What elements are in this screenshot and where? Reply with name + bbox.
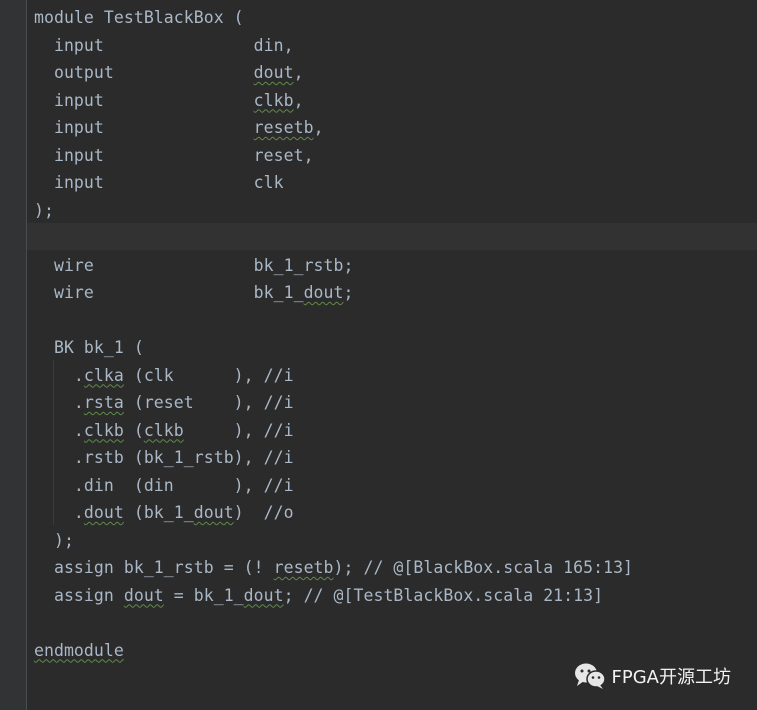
code-line[interactable]: BK bk_1 ( <box>34 334 633 362</box>
code-token: = bk_1_ <box>163 585 244 605</box>
code-token: , <box>313 118 324 137</box>
code-line[interactable]: input din, <box>34 32 633 60</box>
code-token: (bk_1_ <box>123 503 194 522</box>
code-line[interactable]: ​ <box>34 307 633 335</box>
code-token: ); // @[BlackBox.scala 165:13] <box>333 558 634 577</box>
code-token-spellcheck: dout <box>253 63 294 82</box>
wechat-icon <box>574 663 606 689</box>
code-line[interactable]: .rsta (reset ), //i <box>34 389 633 417</box>
code-line[interactable]: ); <box>34 197 633 225</box>
code-token: , <box>293 63 304 82</box>
code-token-spellcheck: clkb <box>253 90 294 110</box>
code-line[interactable]: assign bk_1_rstb = (! resetb); // @[Blac… <box>34 554 633 582</box>
code-line[interactable]: ); <box>34 527 633 555</box>
code-token: ); <box>34 530 74 550</box>
code-token: input din, <box>34 35 294 55</box>
code-line[interactable]: input reset, <box>34 142 633 170</box>
code-line[interactable]: .clka (clk ), //i <box>34 362 633 390</box>
code-line[interactable]: module TestBlackBox ( <box>34 4 633 32</box>
code-line[interactable]: .clkb (clkb ), //i <box>34 417 633 445</box>
code-token: input reset, <box>34 145 314 165</box>
code-line[interactable]: assign dout = bk_1_dout; // @[TestBlackB… <box>34 582 633 610</box>
editor-gutter <box>0 0 27 710</box>
code-token: , <box>293 90 304 110</box>
code-token: ( <box>123 420 144 440</box>
code-line[interactable]: ​ <box>34 224 633 252</box>
code-token-spellcheck: rsta <box>83 393 124 412</box>
code-token: input <box>34 118 254 137</box>
code-token: module TestBlackBox ( <box>34 8 244 27</box>
code-token: (reset ), //i <box>123 393 294 412</box>
code-token-spellcheck: dout <box>193 503 234 522</box>
code-line[interactable]: ​ <box>34 609 633 637</box>
code-token-spellcheck: clkb <box>143 420 184 440</box>
code-token: assign <box>34 585 124 605</box>
code-token: . <box>34 420 84 440</box>
code-token: output <box>34 63 254 82</box>
code-token: . <box>34 503 84 522</box>
code-token: ; // @[TestBlackBox.scala 21:13] <box>283 585 604 605</box>
code-line[interactable]: input clk <box>34 169 633 197</box>
code-token: input clk <box>34 173 284 192</box>
code-token: wire bk_1_ <box>34 283 304 302</box>
code-line[interactable]: .dout (bk_1_dout) //o <box>34 499 633 527</box>
code-token-spellcheck: dout <box>243 585 284 605</box>
code-token: ), //i <box>183 420 294 440</box>
code-token: ) //o <box>233 503 294 522</box>
code-token: input <box>34 90 254 110</box>
code-token: (clk ), //i <box>123 365 294 385</box>
code-token: . <box>34 393 84 412</box>
code-token: .rstb (bk_1_rstb), //i <box>34 448 294 467</box>
code-line[interactable]: input resetb, <box>34 114 633 142</box>
code-token: BK bk_1 ( <box>34 338 144 357</box>
watermark: FPGA开源工坊 <box>574 662 731 690</box>
code-token-spellcheck: dout <box>123 585 164 605</box>
code-token: . <box>34 365 84 385</box>
code-text[interactable]: module TestBlackBox ( input din, output … <box>34 4 633 664</box>
code-token: ; <box>343 283 354 302</box>
watermark-text: FPGA开源工坊 <box>611 667 731 688</box>
code-token-spellcheck: clka <box>83 365 124 385</box>
code-line[interactable]: wire bk_1_rstb; <box>34 252 633 280</box>
code-line[interactable]: endmodule <box>34 637 633 665</box>
code-token-spellcheck: endmodule <box>34 640 124 660</box>
code-token: wire bk_1_rstb; <box>34 255 354 275</box>
code-token-spellcheck: resetb <box>273 558 334 577</box>
code-editor[interactable]: module TestBlackBox ( input din, output … <box>27 0 757 710</box>
code-token: .din (din ), //i <box>34 475 294 495</box>
code-line[interactable]: .din (din ), //i <box>34 472 633 500</box>
code-line[interactable]: .rstb (bk_1_rstb), //i <box>34 444 633 472</box>
code-token-spellcheck: clkb <box>83 420 124 440</box>
code-token-spellcheck: resetb <box>253 118 314 137</box>
code-line[interactable]: output dout, <box>34 59 633 87</box>
code-token: ); <box>34 200 54 220</box>
code-line[interactable]: wire bk_1_dout; <box>34 279 633 307</box>
code-line[interactable]: input clkb, <box>34 87 633 115</box>
code-token-spellcheck: dout <box>303 283 344 302</box>
code-token-spellcheck: dout <box>83 503 124 522</box>
code-token: assign bk_1_rstb = (! <box>34 558 274 577</box>
